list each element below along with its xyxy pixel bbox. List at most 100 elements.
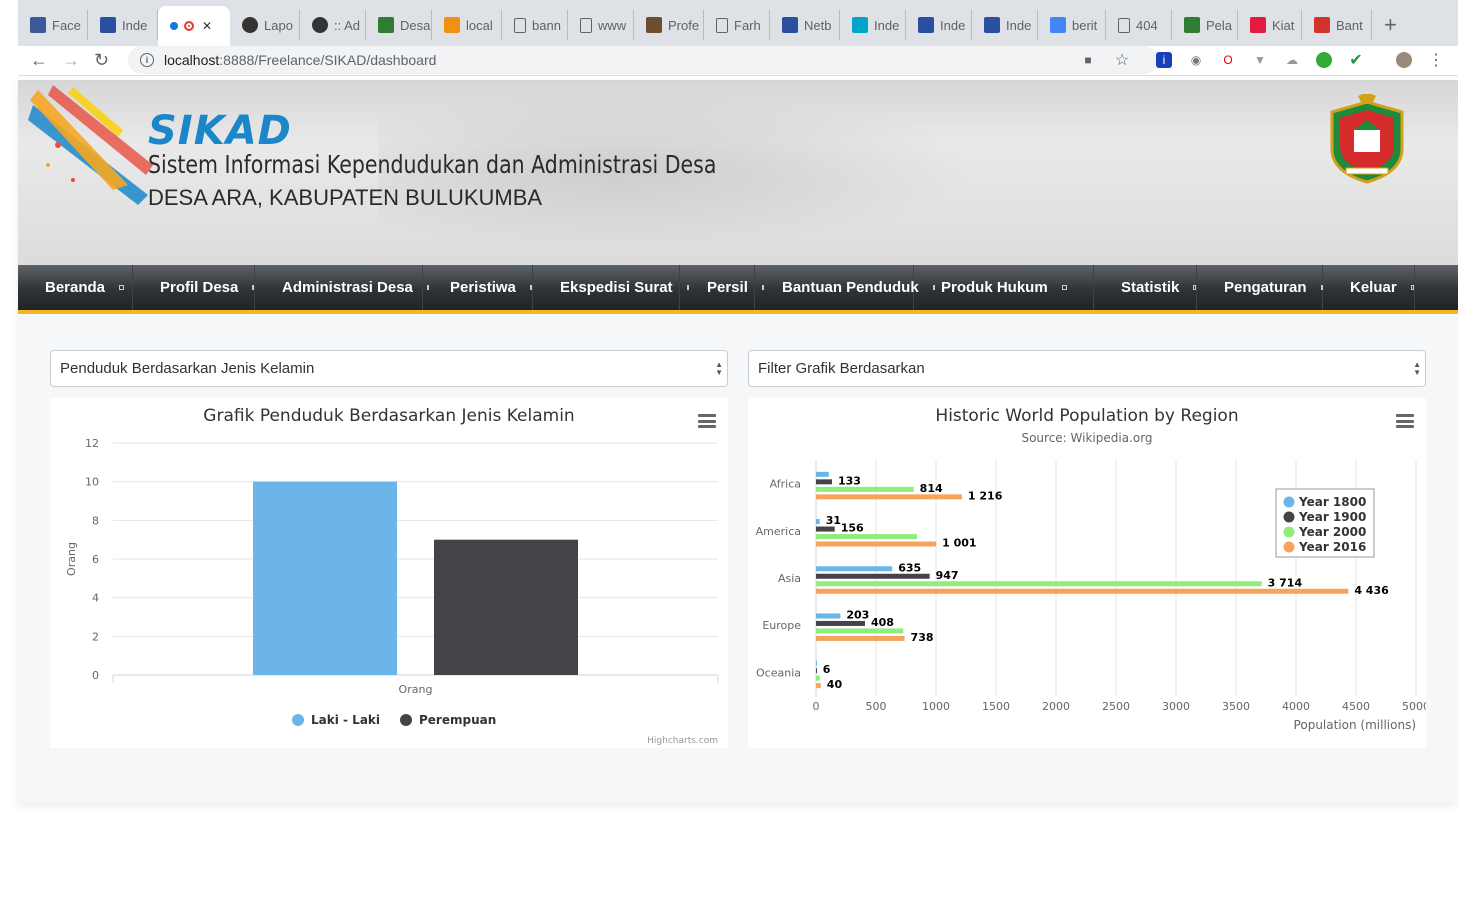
menu-item[interactable]: Persil xyxy=(680,265,764,310)
menu-item-label: Produk Hukum xyxy=(941,279,1048,296)
browser-tab[interactable]: Netb xyxy=(770,10,840,40)
opera-icon[interactable]: O xyxy=(1220,52,1236,68)
legend-label: Perempuan xyxy=(419,713,496,727)
shield-icon[interactable]: ▼ xyxy=(1252,52,1268,68)
page-icon xyxy=(716,17,728,33)
y-axis-title: Orang xyxy=(65,542,78,576)
bar-africa-0 xyxy=(816,471,829,477)
x-tick-label: 4500 xyxy=(1342,700,1370,713)
bar-oceania-0 xyxy=(816,660,817,666)
address-bar[interactable]: i localhost:8888/Freelance/SIKAD/dashboa… xyxy=(128,46,1158,74)
tab-label: Pela xyxy=(1206,17,1233,33)
back-arrow-icon[interactable]: ← xyxy=(30,50,48,71)
menu-kebab-icon[interactable]: ⋮ xyxy=(1428,52,1444,69)
menu-item-label: Keluar xyxy=(1350,279,1397,296)
browser-toolbar: ← → ↻ i localhost:8888/Freelance/SIKAD/d… xyxy=(18,46,1458,76)
browser-tab[interactable]: Face xyxy=(18,10,88,40)
page-icon xyxy=(514,17,526,33)
forward-arrow-icon[interactable]: → xyxy=(62,50,80,71)
bar-america-0 xyxy=(816,519,820,525)
browser-tab[interactable]: www xyxy=(568,10,634,40)
data-label: 738 xyxy=(911,631,934,644)
bar-africa-3 xyxy=(816,494,962,500)
browser-tab[interactable]: :: Ad xyxy=(300,10,366,40)
extension-i-icon[interactable]: i xyxy=(1156,52,1172,68)
browser-tab[interactable]: Farh xyxy=(704,10,770,40)
menu-item[interactable]: Administrasi Desa xyxy=(255,265,429,310)
browser-tab[interactable]: Kiat xyxy=(1238,10,1302,40)
reload-icon[interactable]: ↻ xyxy=(94,50,109,71)
tab-label: Desa xyxy=(400,17,431,33)
url-path: :8888/Freelance/SIKAD/dashboard xyxy=(219,52,437,68)
browser-tab[interactable]: berit xyxy=(1038,10,1106,40)
chart-credits: Highcharts.com xyxy=(647,736,718,746)
checkmark-icon[interactable]: ✔ xyxy=(1348,52,1364,69)
y-tick-label: 8 xyxy=(92,514,99,527)
browser-tab[interactable]: Inde xyxy=(88,10,158,40)
data-label: 635 xyxy=(898,561,921,574)
cloud-icon[interactable]: ☁ xyxy=(1284,52,1300,68)
legend-marker xyxy=(1283,526,1295,538)
browser-tab[interactable]: Profe xyxy=(634,10,704,40)
site-logo[interactable]: SIKAD xyxy=(148,108,292,154)
url-host: localhost xyxy=(164,52,220,68)
browser-tab[interactable]: Inde xyxy=(972,10,1038,40)
site-subtitle: DESA ARA, KABUPATEN BULUKUMBA xyxy=(148,185,543,210)
n-logo-icon xyxy=(852,17,868,33)
browser-tab[interactable]: Lapo xyxy=(230,10,300,40)
bar-europe-0 xyxy=(816,613,841,619)
menu-item[interactable]: Keluar xyxy=(1323,265,1415,310)
data-label: 203 xyxy=(846,608,869,621)
browser-tab[interactable]: Desa xyxy=(366,10,432,40)
x-tick-label: 3500 xyxy=(1222,700,1250,713)
info-icon[interactable]: i xyxy=(140,53,154,67)
menu-item[interactable]: Statistik xyxy=(1094,265,1197,310)
x-tick-label: 500 xyxy=(866,700,887,713)
menu-item[interactable]: Beranda xyxy=(18,265,133,310)
tab-label: berit xyxy=(1072,17,1098,33)
green-extension-icon[interactable] xyxy=(1316,52,1332,68)
profile-avatar[interactable] xyxy=(1396,52,1412,68)
star-icon[interactable]: ☆ xyxy=(1114,52,1130,69)
bar-europe-3 xyxy=(816,635,905,641)
menu-item-label: Pengaturan xyxy=(1224,279,1307,296)
chart-filter-select[interactable]: Filter Grafik Berdasarkan ▲ ▼ xyxy=(748,350,1426,387)
bar-europe-2 xyxy=(816,628,904,634)
browser-tab[interactable]: Inde xyxy=(840,10,906,40)
menu-item[interactable]: Produk Hukum xyxy=(914,265,1094,310)
data-label: 408 xyxy=(871,616,894,629)
browser-tab[interactable]: Inde xyxy=(906,10,972,40)
browser-tab[interactable]: local xyxy=(432,10,502,40)
menu-item[interactable]: Profil Desa xyxy=(133,265,255,310)
y-tick-label: America xyxy=(756,525,801,538)
google-icon xyxy=(1050,17,1066,33)
gender-bar-chart: 0 2 4 6 8 10 12 Orang Orang Laki - Laki Perempuan H… xyxy=(65,437,719,746)
page-icon xyxy=(1118,17,1130,33)
browser-tab[interactable]: ✕ xyxy=(158,6,230,46)
tab-label: www xyxy=(598,17,627,33)
menu-item[interactable]: Peristiwa xyxy=(423,265,533,310)
close-tab-icon[interactable]: ✕ xyxy=(202,19,212,33)
menu-item[interactable]: Pengaturan xyxy=(1197,265,1323,310)
browser-tab[interactable]: Pela xyxy=(1172,10,1238,40)
browser-tab[interactable]: 404 xyxy=(1106,10,1172,40)
screenshot-icon[interactable]: ◉ xyxy=(1188,52,1204,68)
browser-tab[interactable]: Bant xyxy=(1302,10,1372,40)
data-label: 40 xyxy=(827,678,843,691)
y-tick-label: 0 xyxy=(92,669,99,682)
menu-item-label: Administrasi Desa xyxy=(282,279,413,296)
legend-label: Year 2016 xyxy=(1298,540,1366,554)
tab-label: Inde xyxy=(940,17,966,33)
menu-item[interactable]: Ekspedisi Surat xyxy=(533,265,689,310)
github-icon xyxy=(312,17,328,33)
bar-asia-0 xyxy=(816,566,893,572)
tab-label: Farh xyxy=(734,17,761,33)
x-tick-label: 0 xyxy=(813,700,820,713)
menu-item[interactable]: Bantuan Penduduk xyxy=(755,265,935,310)
camera-blocked-icon[interactable]: ■ xyxy=(1080,52,1096,68)
chart-category-select[interactable]: Penduduk Berdasarkan Jenis Kelamin ▲ ▼ xyxy=(50,350,728,387)
browser-tab-strip: Face Inde ✕ Lapo:: Ad Desa local bann www Profe F… xyxy=(18,0,1458,46)
browser-tab[interactable]: bann xyxy=(502,10,568,40)
new-tab-icon[interactable]: + xyxy=(1384,12,1397,38)
bar-europe-1 xyxy=(816,620,865,626)
